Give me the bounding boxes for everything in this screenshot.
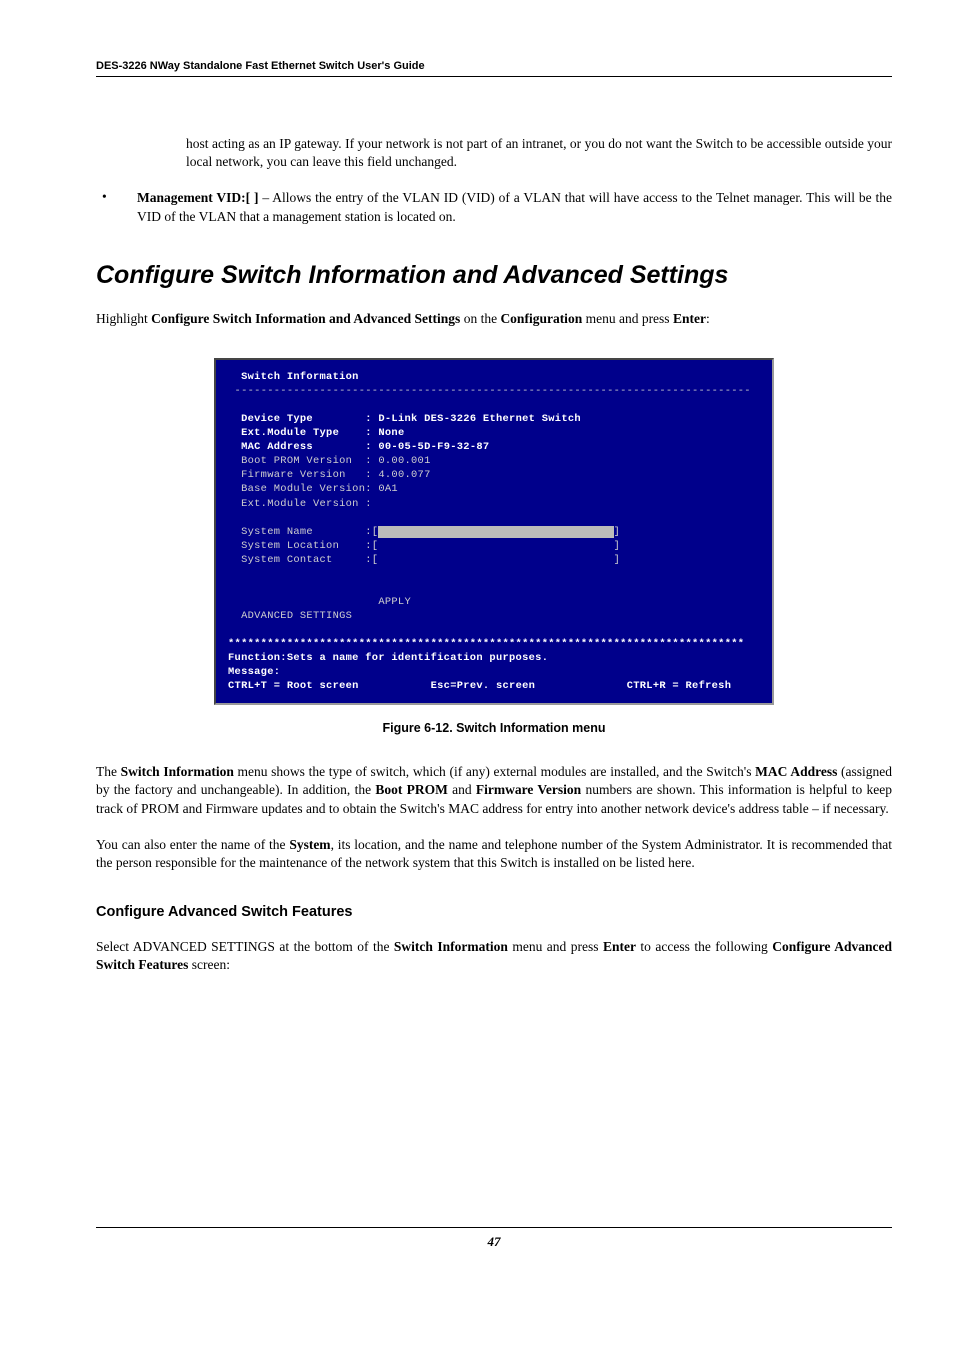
terminal-row-value: : 0.00.001 — [365, 455, 430, 467]
text: and — [448, 782, 476, 797]
page-number: 47 — [488, 1234, 501, 1249]
terminal-stars: ****************************************… — [228, 638, 744, 650]
bullet-item: • Management VID:[ ] – Allows the entry … — [96, 189, 892, 225]
terminal-row-value: : 00-05-5D-F9-32-87 — [365, 441, 489, 453]
terminal-input-label: System Name — [241, 526, 365, 538]
terminal-row-value: : 0A1 — [365, 483, 398, 495]
input-close: ] — [614, 540, 621, 552]
terminal-row-value: : D-Link DES-3226 Ethernet Switch — [365, 413, 581, 425]
text: : — [706, 311, 710, 326]
input-open: :[ — [365, 526, 378, 538]
text: MAC Address — [755, 764, 837, 779]
text: Configuration — [500, 311, 582, 326]
terminal-help-right: CTRL+R = Refresh — [627, 680, 732, 692]
input-open: :[ — [365, 540, 378, 552]
bullet-marker: • — [96, 189, 137, 225]
text: menu shows the type of switch, which (if… — [234, 764, 755, 779]
terminal-input-label: System Contact — [241, 554, 365, 566]
terminal-input-label: System Location — [241, 540, 365, 552]
bullet-text: Management VID:[ ] – Allows the entry of… — [137, 189, 892, 225]
text: menu and press — [508, 939, 603, 954]
input-close: ] — [614, 526, 621, 538]
figure-caption: Figure 6-12. Switch Information menu — [96, 721, 892, 735]
text: Enter — [603, 939, 636, 954]
terminal-apply: APPLY — [378, 596, 411, 608]
paragraph-intro: host acting as an IP gateway. If your ne… — [186, 135, 892, 171]
text: Firmware Version — [476, 782, 581, 797]
paragraph-advanced: Select ADVANCED SETTINGS at the bottom o… — [96, 938, 892, 974]
text: to access the following — [636, 939, 772, 954]
terminal-message: Message: — [228, 666, 280, 678]
paragraph-switchinfo: The Switch Information menu shows the ty… — [96, 763, 892, 818]
input-open: :[ — [365, 554, 378, 566]
text: screen: — [188, 957, 230, 972]
section-heading: Configure Switch Information and Advance… — [96, 261, 892, 290]
page-footer: 47 — [96, 1227, 892, 1250]
terminal-cursor — [378, 526, 613, 538]
text: You can also enter the name of the — [96, 837, 289, 852]
terminal-row-label: Boot PROM Version — [241, 455, 365, 467]
terminal-row-label: Ext.Module Type — [241, 427, 365, 439]
terminal-hr: ----------------------------------------… — [235, 385, 751, 397]
terminal-title: Switch Information — [241, 371, 359, 383]
text: on the — [460, 311, 500, 326]
text: Highlight — [96, 311, 151, 326]
input-close: ] — [614, 554, 621, 566]
text: System — [289, 837, 330, 852]
terminal-row-label: Ext.Module Version — [241, 498, 365, 510]
terminal-row-label: Base Module Version — [241, 483, 365, 495]
text: Enter — [673, 311, 706, 326]
text: Boot PROM — [375, 782, 448, 797]
terminal-help-mid: Esc=Prev. screen — [431, 680, 536, 692]
terminal-row-label: Device Type — [241, 413, 365, 425]
terminal-function: Function:Sets a name for identification … — [228, 652, 548, 664]
text: Switch Information — [394, 939, 508, 954]
terminal-row-value: : None — [365, 427, 404, 439]
figure: Switch Information ---------------------… — [96, 358, 892, 705]
terminal-row-label: Firmware Version — [241, 469, 365, 481]
bullet-label: Management VID:[ ] — [137, 190, 258, 205]
paragraph-highlight: Highlight Configure Switch Information a… — [96, 310, 892, 328]
terminal-row-value: : 4.00.077 — [365, 469, 430, 481]
paragraph-system: You can also enter the name of the Syste… — [96, 836, 892, 872]
terminal-advanced: ADVANCED SETTINGS — [241, 610, 352, 622]
terminal-row-value: : — [365, 498, 372, 510]
text: Switch Information — [121, 764, 234, 779]
text: The — [96, 764, 121, 779]
text: Select ADVANCED SETTINGS at the bottom o… — [96, 939, 394, 954]
text: Configure Switch Information and Advance… — [151, 311, 460, 326]
terminal-screenshot: Switch Information ---------------------… — [214, 358, 774, 705]
subsection-heading: Configure Advanced Switch Features — [96, 904, 892, 920]
terminal-help-left: CTRL+T = Root screen — [228, 680, 359, 692]
text: menu and press — [582, 311, 673, 326]
page-header: DES-3226 NWay Standalone Fast Ethernet S… — [96, 60, 892, 77]
terminal-row-label: MAC Address — [241, 441, 365, 453]
